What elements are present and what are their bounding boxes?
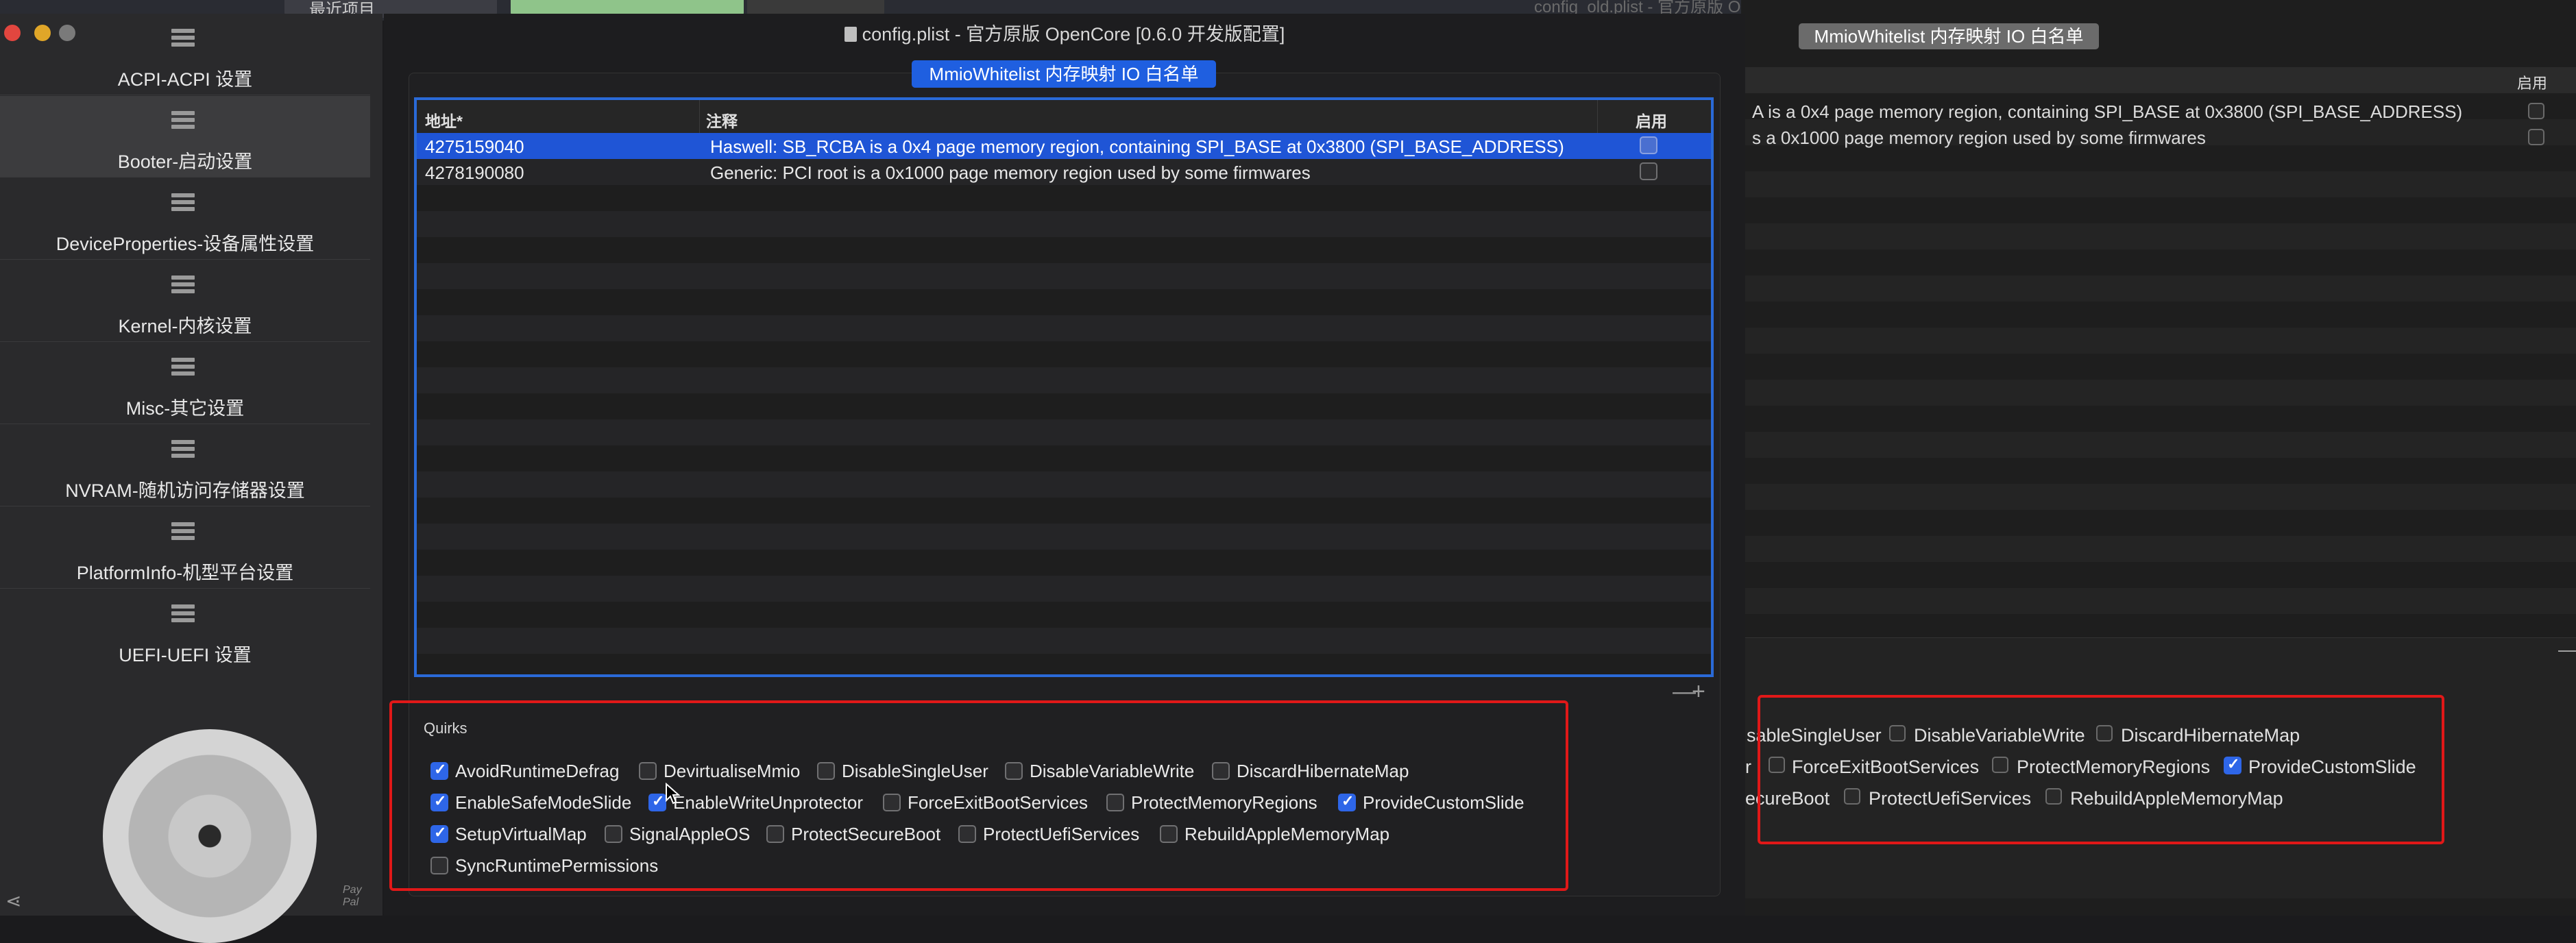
close-button[interactable]	[4, 25, 21, 41]
row-address[interactable]: 4278190080	[425, 162, 524, 184]
column-divider	[1597, 100, 1598, 133]
zoom-button[interactable]	[59, 25, 75, 41]
sidebar-item-label: Booter-启动设置	[117, 151, 253, 172]
bg-row-2-enabled-checkbox[interactable]	[2528, 129, 2544, 145]
sidebar-item-label: NVRAM-随机访问存储器设置	[65, 480, 305, 501]
sidebar-item-label: Kernel-内核设置	[118, 316, 252, 336]
sidebar-item-label: PlatformInfo-机型平台设置	[76, 563, 294, 583]
document-icon	[844, 27, 857, 42]
column-header-enabled[interactable]: 启用	[1636, 108, 1667, 132]
highlight-box-left	[389, 700, 1568, 891]
section-button[interactable]: MmioWhitelist 内存映射 IO 白名单	[912, 60, 1216, 88]
sidebar-item-kernel[interactable]: Kernel-内核设置	[0, 260, 370, 342]
bg-row-1-enabled-checkbox[interactable]	[2528, 103, 2544, 119]
table-header: 地址* 注释 启用	[417, 100, 1711, 134]
column-divider	[699, 100, 700, 133]
bg-quirk-label: r	[1745, 757, 1751, 777]
list-icon	[171, 275, 195, 297]
sidebar-item-misc[interactable]: Misc-其它设置	[0, 343, 370, 424]
disk-knob-icon	[103, 729, 317, 943]
column-header-comment[interactable]: 注释	[706, 108, 738, 132]
list-icon	[171, 29, 195, 51]
paypal-icon[interactable]: Pay Pal	[343, 884, 370, 909]
row-enabled-checkbox[interactable]	[1640, 136, 1657, 154]
sidebar-item-deviceproperties[interactable]: DeviceProperties-设备属性设置	[0, 178, 370, 260]
list-icon	[171, 604, 195, 626]
table-row[interactable]: 4278190080 Generic: PCI root is a 0x1000…	[417, 159, 1711, 185]
list-icon	[171, 358, 195, 380]
sidebar-item-label: UEFI-UEFI 设置	[119, 645, 252, 665]
sidebar-item-platforminfo[interactable]: PlatformInfo-机型平台设置	[0, 507, 370, 589]
share-icon[interactable]: ⋖	[5, 890, 21, 912]
bg-section-button[interactable]: MmioWhitelist 内存映射 IO 白名单	[1799, 23, 2099, 49]
sidebar-item-uefi[interactable]: UEFI-UEFI 设置	[0, 589, 370, 670]
bg-table-body	[1741, 93, 2576, 635]
bg-quirk-4[interactable]: r	[1745, 757, 1751, 778]
window-title: config.plist - 官方原版 OpenCore [0.6.0 开发版配…	[382, 19, 1747, 46]
list-icon	[171, 193, 195, 215]
bg-table-header: 启用	[1741, 67, 2576, 94]
sidebar-item-booter[interactable]: Booter-启动设置	[0, 96, 370, 177]
sidebar-item-label: ACPI-ACPI 设置	[117, 69, 253, 90]
sidebar-item-nvram[interactable]: NVRAM-随机访问存储器设置	[0, 425, 370, 506]
bg-minus[interactable]: —	[2558, 639, 2576, 661]
sidebar-item-label: DeviceProperties-设备属性设置	[56, 234, 315, 254]
bg-row-2[interactable]: s a 0x1000 page memory region used by so…	[1752, 127, 2206, 149]
sidebar-item-label: Misc-其它设置	[125, 398, 245, 419]
mouse-cursor-icon	[666, 783, 680, 805]
column-header-address[interactable]: 地址*	[425, 108, 463, 132]
row-enabled-checkbox[interactable]	[1640, 162, 1657, 180]
bg-row-1[interactable]: A is a 0x4 page memory region, containin…	[1752, 101, 2462, 123]
list-icon	[171, 440, 195, 462]
table-body: 4275159040 Haswell: SB_RCBA is a 0x4 pag…	[417, 133, 1711, 674]
add-row-button[interactable]: +	[1692, 678, 1705, 705]
minimize-button[interactable]	[34, 25, 51, 41]
window-title-text: config.plist - 官方原版 OpenCore [0.6.0 开发版配…	[862, 24, 1285, 45]
list-icon	[171, 111, 195, 133]
row-comment[interactable]: Generic: PCI root is a 0x1000 page memor…	[710, 162, 1311, 184]
table-row[interactable]: 4275159040 Haswell: SB_RCBA is a 0x4 pag…	[417, 133, 1711, 159]
bg-enabled-header: 启用	[2517, 75, 2548, 92]
mmio-table[interactable]: 地址* 注释 启用 4275159040 Haswell: SB_RCBA is…	[414, 97, 1714, 677]
sidebar-item-acpi[interactable]: ACPI-ACPI 设置	[0, 14, 370, 95]
list-icon	[171, 522, 195, 544]
row-address[interactable]: 4275159040	[425, 136, 524, 158]
row-comment[interactable]: Haswell: SB_RCBA is a 0x4 page memory re…	[710, 136, 1564, 158]
highlight-box-right	[1758, 695, 2444, 844]
